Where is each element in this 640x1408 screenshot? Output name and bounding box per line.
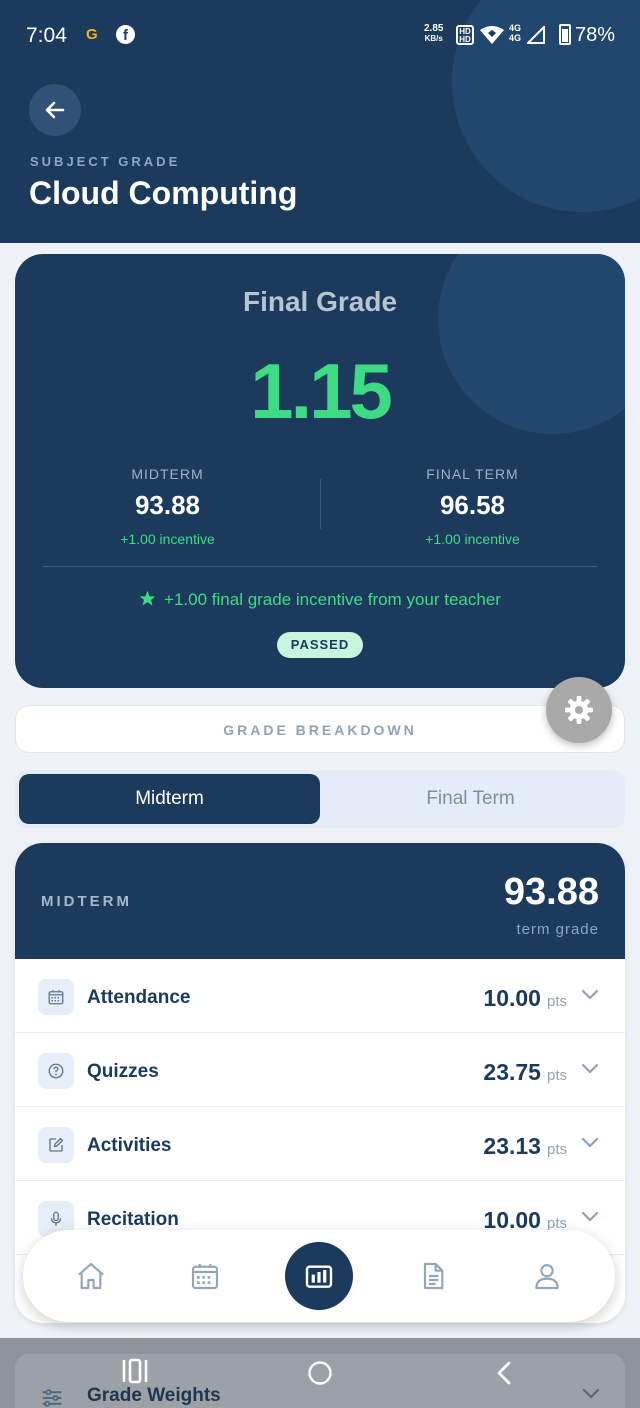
term-card-grade: 93.88 <box>503 871 599 913</box>
network-speed: 2.85 KB/s <box>424 23 444 44</box>
header: 7:04 G f 2.85 KB/s HD HD 4G 4G 78% SUBJE… <box>0 0 640 243</box>
grade-breakdown-header: GRADE BREAKDOWN <box>15 705 625 753</box>
back-nav-button[interactable] <box>494 1360 514 1386</box>
nav-grades[interactable] <box>285 1242 353 1310</box>
recent-apps-button[interactable] <box>121 1358 149 1384</box>
component-name: Quizzes <box>87 1061 159 1082</box>
final-term-incentive: +1.00 incentive <box>425 531 520 547</box>
sliders-icon <box>42 1389 62 1407</box>
battery-icon <box>559 24 571 45</box>
midterm-label: MIDTERM <box>131 466 204 482</box>
chevron-down-icon <box>581 1137 599 1148</box>
gear-icon <box>565 696 593 724</box>
component-name: Attendance <box>87 987 191 1008</box>
nav-home[interactable] <box>61 1246 121 1306</box>
component-points: 23.13 pts <box>483 1133 567 1159</box>
component-points: 10.00 pts <box>483 985 567 1011</box>
wifi-icon <box>480 26 504 44</box>
chevron-down-icon <box>581 1063 599 1074</box>
incentive-note: +1.00 final grade incentive from your te… <box>15 590 625 610</box>
component-row-quizzes[interactable]: Quizzes 23.75 pts <box>15 1033 625 1107</box>
chevron-down-icon <box>582 1388 600 1399</box>
bottom-navigation <box>23 1230 615 1322</box>
final-grade-title: Final Grade <box>242 286 398 317</box>
facebook-icon: f <box>116 25 135 44</box>
final-grade-value: 1.15 <box>250 347 393 435</box>
term-card-subtitle: term grade <box>516 921 599 938</box>
grade-weights-label: Grade Weights <box>87 1385 221 1406</box>
back-button[interactable] <box>29 84 81 136</box>
question-icon <box>38 1053 74 1089</box>
chevron-down-icon <box>581 1211 599 1222</box>
home-button[interactable] <box>307 1360 333 1386</box>
midterm-incentive: +1.00 incentive <box>120 531 215 547</box>
midterm-summary: MIDTERM 93.88 +1.00 incentive <box>15 466 320 547</box>
calendar-icon <box>191 1264 219 1290</box>
star-icon <box>139 590 156 606</box>
profile-icon <box>535 1264 559 1290</box>
nav-documents[interactable] <box>403 1246 463 1306</box>
system-navigation-bar: Grade Weights <box>0 1338 640 1408</box>
chart-icon <box>305 1265 333 1288</box>
final-term-summary: FINAL TERM 96.58 +1.00 incentive <box>320 466 625 547</box>
component-name: Activities <box>87 1135 172 1156</box>
chevron-down-icon <box>581 989 599 1000</box>
component-row-attendance[interactable]: Attendance 10.00 pts <box>15 959 625 1033</box>
edit-icon <box>38 1127 74 1163</box>
subject-label: SUBJECT GRADE <box>30 154 181 169</box>
status-time: 7:04 <box>26 24 67 47</box>
nav-calendar[interactable] <box>175 1246 235 1306</box>
settings-button[interactable] <box>546 677 612 743</box>
network-type: 4G 4G <box>509 23 522 43</box>
component-row-activities[interactable]: Activities 23.13 pts <box>15 1107 625 1181</box>
signal-icon <box>527 26 545 44</box>
incentive-note-text: +1.00 final grade incentive from your te… <box>164 590 501 609</box>
battery-level: 78% <box>575 24 616 46</box>
final-grade-card: Final Grade 1.15 MIDTERM 93.88 +1.00 inc… <box>15 254 625 688</box>
final-term-value: 96.58 <box>439 490 506 520</box>
term-tabs: Midterm Final Term <box>15 770 625 828</box>
hd-voice-icon: HD HD <box>456 25 474 45</box>
home-icon <box>78 1262 104 1290</box>
component-points: 23.75 pts <box>483 1059 567 1085</box>
document-icon <box>423 1262 444 1290</box>
tab-final-term[interactable]: Final Term <box>320 774 621 824</box>
calendar-icon <box>38 979 74 1015</box>
card-divider <box>43 566 597 567</box>
midterm-value: 93.88 <box>134 490 201 520</box>
status-badge: PASSED <box>277 632 363 658</box>
nav-profile[interactable] <box>517 1246 577 1306</box>
term-card-label: MIDTERM <box>41 893 132 910</box>
tab-midterm[interactable]: Midterm <box>19 774 320 824</box>
page-title: Cloud Computing <box>29 175 298 211</box>
final-term-label: FINAL TERM <box>426 466 519 482</box>
component-name: Recitation <box>87 1209 179 1230</box>
arrow-left-icon <box>45 101 65 119</box>
g-app-icon: G <box>86 26 98 43</box>
status-bar: 7:04 G f 2.85 KB/s HD HD 4G 4G 78% <box>0 0 640 70</box>
term-card-header: MIDTERM 93.88 term grade <box>15 843 625 959</box>
